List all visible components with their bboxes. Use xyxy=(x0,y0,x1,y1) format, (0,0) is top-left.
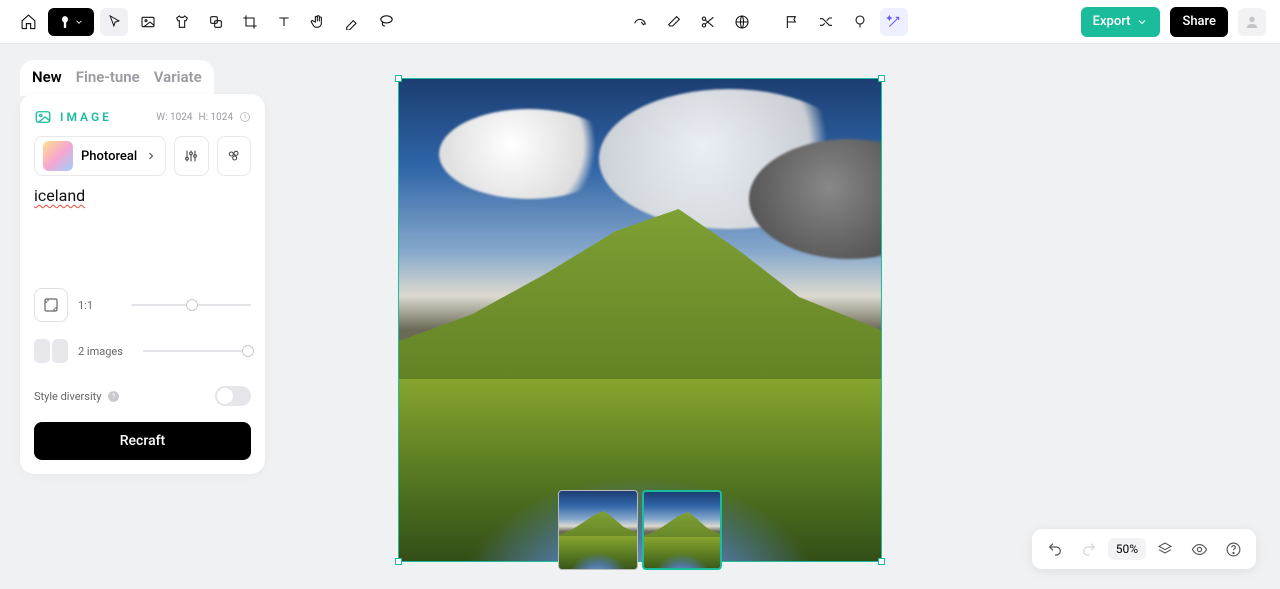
model-label: Photoreal xyxy=(81,149,137,164)
tab-finetune[interactable]: Fine-tune xyxy=(76,68,140,86)
aspect-ratio-icon[interactable] xyxy=(34,288,68,322)
panel-title: IMAGE xyxy=(60,110,112,124)
undo-icon[interactable] xyxy=(1040,534,1070,564)
resize-handle[interactable] xyxy=(878,558,885,565)
crop-tool-icon[interactable] xyxy=(236,8,264,36)
thumbnail-2[interactable] xyxy=(642,490,722,570)
history-icon[interactable] xyxy=(239,111,251,123)
chevron-right-icon xyxy=(145,150,157,162)
recraft-button[interactable]: Recraft xyxy=(34,422,251,460)
resize-handle[interactable] xyxy=(878,75,885,82)
model-selector[interactable]: Photoreal xyxy=(34,136,166,176)
diversity-label: Style diversity xyxy=(34,390,101,403)
eye-icon[interactable] xyxy=(1184,534,1214,564)
result-thumbnails xyxy=(558,490,722,570)
lasso-tool-icon[interactable] xyxy=(372,8,400,36)
thumbnail-1[interactable] xyxy=(558,490,638,570)
diversity-toggle[interactable] xyxy=(215,386,251,406)
export-label: Export xyxy=(1093,14,1131,29)
tab-new[interactable]: New xyxy=(32,68,62,86)
toolbar-right-group: Export Share xyxy=(1081,7,1266,37)
mesh-icon[interactable] xyxy=(728,8,756,36)
bottom-controls: 50% xyxy=(1032,529,1256,569)
ratio-label: 1:1 xyxy=(78,299,93,312)
resize-handle[interactable] xyxy=(395,558,402,565)
toolbar-center-group xyxy=(626,8,908,36)
user-avatar[interactable] xyxy=(1238,8,1266,36)
home-icon[interactable] xyxy=(14,8,42,36)
text-tool-icon[interactable] xyxy=(270,8,298,36)
share-button[interactable]: Share xyxy=(1170,7,1228,37)
image-tool-icon[interactable] xyxy=(134,8,162,36)
tab-variate[interactable]: Variate xyxy=(154,68,202,86)
image-icon xyxy=(34,108,52,126)
layers-icon[interactable] xyxy=(1150,534,1180,564)
help-circle-icon[interactable] xyxy=(1218,534,1248,564)
count-slider[interactable] xyxy=(143,350,251,352)
generated-landscape xyxy=(399,79,881,561)
top-toolbar: Export Share xyxy=(0,0,1280,44)
zoom-level[interactable]: 50% xyxy=(1108,538,1146,560)
shirt-tool-icon[interactable] xyxy=(168,8,196,36)
scissors-icon[interactable] xyxy=(694,8,722,36)
images-count-label: 2 images xyxy=(78,345,123,358)
share-label: Share xyxy=(1182,14,1216,29)
resize-handle[interactable] xyxy=(395,75,402,82)
palette-button[interactable] xyxy=(217,136,251,176)
count-icon xyxy=(34,334,68,368)
redo-icon[interactable] xyxy=(1074,534,1104,564)
cursor-tool-icon[interactable] xyxy=(100,8,128,36)
dimensions: W: 1024 H: 1024 xyxy=(156,111,251,123)
prompt-text: iceland xyxy=(34,186,85,205)
prompt-input[interactable]: iceland xyxy=(34,186,251,276)
flag-icon[interactable] xyxy=(778,8,806,36)
eraser-icon[interactable] xyxy=(660,8,688,36)
panel-tabs: New Fine-tune Variate xyxy=(20,60,214,96)
balloon-icon[interactable] xyxy=(846,8,874,36)
tool-selector[interactable] xyxy=(48,8,94,36)
ratio-slider[interactable] xyxy=(131,304,251,306)
sliders-button[interactable] xyxy=(174,136,208,176)
model-thumb xyxy=(43,141,73,171)
highlighter-tool-icon[interactable] xyxy=(338,8,366,36)
undo-curve-icon[interactable] xyxy=(626,8,654,36)
magic-tool-icon[interactable] xyxy=(880,8,908,36)
stack-tool-icon[interactable] xyxy=(202,8,230,36)
side-panel: New Fine-tune Variate IMAGE W: 1024 H: 1… xyxy=(20,60,265,474)
export-button[interactable]: Export xyxy=(1081,7,1161,37)
hand-tool-icon[interactable] xyxy=(304,8,332,36)
shuffle-icon[interactable] xyxy=(812,8,840,36)
help-icon[interactable]: ? xyxy=(107,390,120,403)
